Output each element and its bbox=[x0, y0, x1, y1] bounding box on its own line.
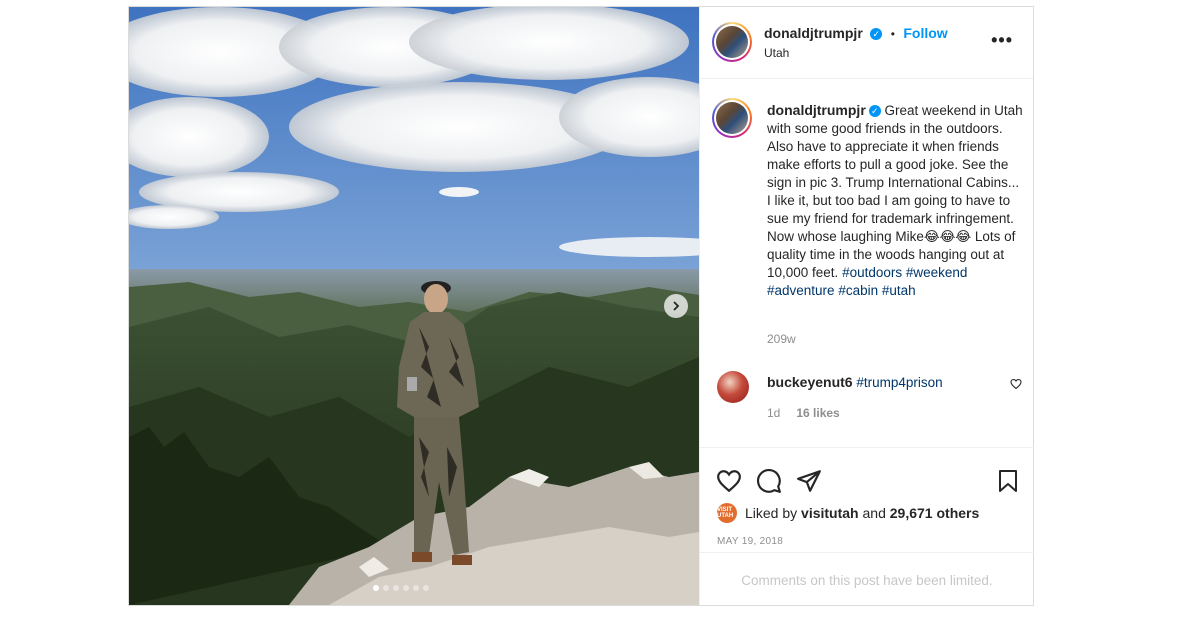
carousel-dot bbox=[393, 585, 399, 591]
caption-username[interactable]: donaldjtrumpjr bbox=[767, 102, 866, 118]
author-avatar[interactable] bbox=[712, 22, 752, 62]
comment-item: buckeyenut6 #trump4prison 1d 16 likes bbox=[700, 371, 1034, 441]
post-media[interactable] bbox=[129, 7, 699, 605]
share-button[interactable] bbox=[796, 468, 822, 499]
commenter-username[interactable]: buckeyenut6 bbox=[767, 374, 853, 390]
hashtag-link[interactable]: #cabin bbox=[838, 283, 878, 298]
author-username[interactable]: donaldjtrumpjr bbox=[764, 25, 863, 41]
carousel-dot bbox=[383, 585, 389, 591]
post-header: donaldjtrumpjr ✓ • Follow Utah ••• bbox=[700, 7, 1033, 79]
liked-by-and: and bbox=[862, 505, 886, 521]
comment-time[interactable]: 1d bbox=[767, 406, 780, 420]
instagram-post: donaldjtrumpjr ✓ • Follow Utah ••• donal… bbox=[128, 6, 1034, 606]
comments-limited-notice: Comments on this post have been limited. bbox=[700, 552, 1034, 608]
liked-by-prefix: Liked by bbox=[745, 505, 798, 521]
separator: • bbox=[890, 27, 895, 41]
comment-likes[interactable]: 16 likes bbox=[796, 406, 839, 420]
landscape-photo bbox=[129, 7, 699, 605]
caption-avatar[interactable] bbox=[712, 98, 752, 138]
next-image-button[interactable] bbox=[664, 294, 688, 318]
follow-button[interactable]: Follow bbox=[903, 25, 947, 41]
carousel-dot bbox=[423, 585, 429, 591]
hashtag-link[interactable]: #utah bbox=[882, 283, 916, 298]
comment-button[interactable] bbox=[756, 468, 782, 499]
comment-meta: 1d 16 likes bbox=[767, 406, 840, 420]
chevron-right-icon bbox=[673, 301, 680, 311]
carousel-dot bbox=[403, 585, 409, 591]
liker-avatar[interactable]: VISIT UTAH bbox=[717, 503, 737, 523]
post-side-panel: donaldjtrumpjr ✓ • Follow Utah ••• donal… bbox=[699, 7, 1034, 608]
more-options-button[interactable]: ••• bbox=[991, 31, 1013, 49]
carousel-dot bbox=[413, 585, 419, 591]
like-comment-button[interactable] bbox=[1010, 377, 1022, 395]
hashtag-link[interactable]: #outdoors bbox=[842, 265, 902, 280]
carousel-dot bbox=[373, 585, 379, 591]
caption-text: donaldjtrumpjr ✓ Great weekend in Utah wi… bbox=[767, 101, 1025, 300]
like-button[interactable] bbox=[716, 468, 742, 499]
verified-badge-icon: ✓ bbox=[870, 27, 883, 40]
heart-icon bbox=[1010, 378, 1022, 390]
commenter-avatar[interactable] bbox=[717, 371, 749, 403]
heart-icon bbox=[717, 470, 741, 493]
hashtag-link[interactable]: #adventure bbox=[767, 283, 835, 298]
caption-body: Great weekend in Utah with some good fri… bbox=[767, 103, 1023, 280]
liker-username[interactable]: visitutah bbox=[801, 505, 859, 521]
caption-timestamp[interactable]: 209w bbox=[767, 332, 796, 346]
verified-badge-icon: ✓ bbox=[868, 105, 881, 118]
comment-text: buckeyenut6 #trump4prison bbox=[767, 374, 943, 390]
post-location[interactable]: Utah bbox=[764, 46, 789, 60]
paper-plane-icon bbox=[797, 470, 821, 492]
carousel-dots bbox=[373, 585, 429, 591]
comment-bubble-icon bbox=[757, 469, 781, 493]
bookmark-icon bbox=[999, 470, 1017, 492]
hashtag-link[interactable]: #weekend bbox=[906, 265, 968, 280]
likes-count[interactable]: 29,671 others bbox=[890, 505, 980, 521]
liked-by: VISIT UTAH Liked by visitutah and 29,671… bbox=[717, 503, 979, 523]
save-button[interactable] bbox=[996, 468, 1020, 499]
post-date[interactable]: MAY 19, 2018 bbox=[717, 536, 783, 547]
post-actions: VISIT UTAH Liked by visitutah and 29,671… bbox=[700, 447, 1034, 608]
comment-hashtag[interactable]: #trump4prison bbox=[856, 375, 942, 390]
